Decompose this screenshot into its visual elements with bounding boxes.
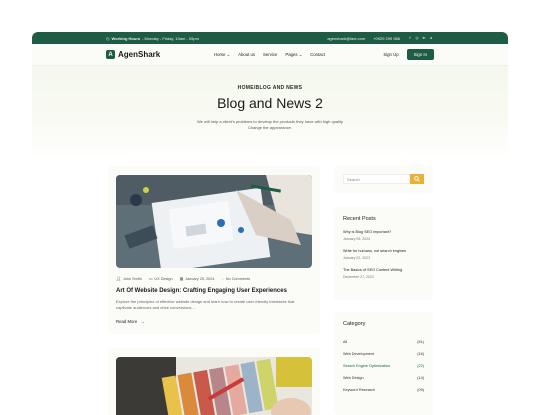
main-navbar: A AgenShark Home ⌄ About us Service Pages… [32,44,508,66]
chevron-down-icon: ⌄ [298,51,303,57]
search-icon [414,176,420,182]
category-widget: Category All (61) Web Development (16) Sea… [334,312,433,415]
recent-post-item[interactable]: The Basics of SEO Content Writing Decemb… [343,268,424,279]
logo-mark: A [106,50,115,59]
post-meta: 👤︎ John Smith ▭ UX Design ▦ January 25, 202… [116,276,312,282]
chevron-down-icon: ⌄ [226,51,231,57]
social-links: f ◎ in ● [408,36,433,40]
calendar-icon: ▦ [179,277,184,281]
search-widget: Search [334,165,433,193]
nav-item-about[interactable]: About us [238,52,255,58]
phone-link[interactable]: +0929 299 986 [373,36,400,41]
blog-post-card: 👤︎ John Smith ▭ UX Design ▦ January 25, 202… [108,166,320,334]
category-item-keyword-research[interactable]: Keyword Research (09) [343,384,424,396]
page-frame: ◷ Working Hours - Monday - Friday, 10am … [32,32,508,415]
category-item-seo[interactable]: Search Engine Optimization (22) [343,360,424,372]
nav-item-pages[interactable]: Pages ⌄ [285,52,302,58]
recent-posts-title: Recent Posts [343,216,376,222]
recent-post-item[interactable]: Why is Blog SEO important? January 05, 2… [343,230,424,241]
top-bar: ◷ Working Hours - Monday - Friday, 10am … [32,32,508,44]
nav-menu: Home ⌄ About us Service Pages ⌄ Contact [214,52,325,58]
instagram-icon[interactable]: ◎ [415,36,419,40]
post-image[interactable] [116,175,312,268]
signin-button[interactable]: Sign In [406,49,434,60]
clock-icon: ◷ [106,35,110,41]
blog-post-card [108,348,320,415]
page-title: Blog and News 2 [217,95,323,111]
hours-value: - Monday - Friday, 10am - 05pm [142,35,199,41]
post-comments[interactable]: ◌ No Comments [222,276,251,281]
post-date: ▦ January 25, 2024 [179,276,215,282]
category-item-web-design[interactable]: Web Design (14) [343,372,424,384]
user-icon: 👤︎ [116,277,121,281]
email-link[interactable]: agenshark@fact.com [327,36,365,41]
post-category[interactable]: ▭ UX Design [148,276,173,282]
twitter-icon[interactable]: ● [429,36,433,40]
signup-link[interactable]: Sign Up [383,52,398,57]
post-title[interactable]: Art Of Website Design: Crafting Engaging… [116,288,312,294]
recent-post-item[interactable]: Write for humans, not search engines Jan… [343,249,424,260]
post-excerpt: Explore the principles of effective webs… [116,299,295,310]
facebook-icon[interactable]: f [408,36,412,40]
tag-icon: ▭ [148,277,153,281]
nav-item-service[interactable]: Service [263,52,277,58]
breadcrumb: HOME/BLOG AND NEWS [237,85,303,91]
brand-name: AgenShark [118,50,161,59]
category-item-all[interactable]: All (61) [343,336,424,348]
page-subtitle: We will help a client's problems to deve… [196,119,344,130]
arrow-right-icon: → [140,319,145,324]
search-button[interactable] [410,174,424,184]
search-input[interactable]: Search [343,174,410,184]
nav-item-home[interactable]: Home ⌄ [214,52,230,58]
page-hero: HOME/BLOG AND NEWS Blog and News 2 We wi… [32,66,508,159]
post-image[interactable] [116,357,312,415]
category-item-web-development[interactable]: Web Development (16) [343,348,424,360]
nav-item-contact[interactable]: Contact [310,52,325,58]
comment-icon: ◌ [221,276,224,281]
linkedin-icon[interactable]: in [422,36,426,40]
category-title: Category [343,321,366,327]
post-author[interactable]: 👤︎ John Smith [116,276,142,282]
working-hours: ◷ Working Hours - Monday - Friday, 10am … [106,36,199,41]
hours-label: Working Hours [111,35,141,41]
brand-logo[interactable]: A AgenShark [106,50,160,59]
read-more-link[interactable]: Read More → [116,319,312,324]
recent-posts-widget: Recent Posts Why is Blog SEO important? … [334,207,433,300]
